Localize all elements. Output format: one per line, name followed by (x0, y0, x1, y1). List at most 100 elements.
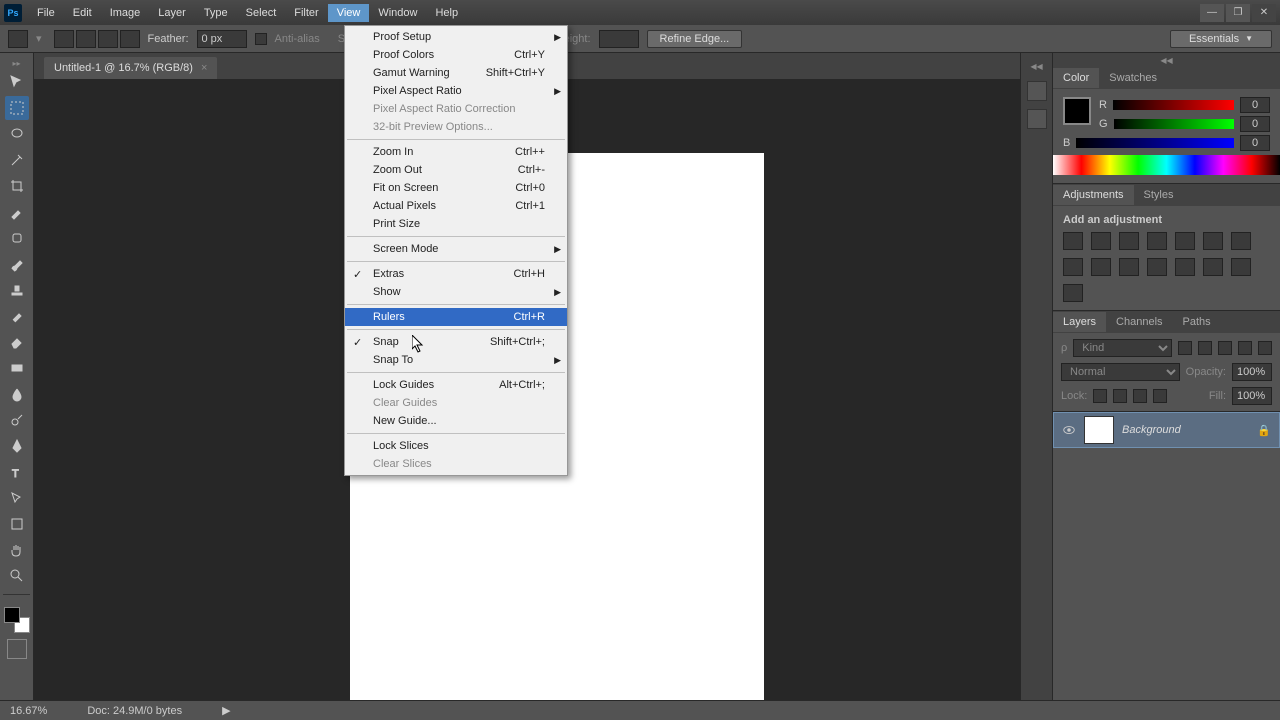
g-slider[interactable] (1114, 119, 1234, 129)
menu-item-gamut-warning[interactable]: Gamut WarningShift+Ctrl+Y (345, 64, 567, 82)
zoom-tool[interactable] (5, 564, 29, 588)
history-brush-tool[interactable] (5, 304, 29, 328)
status-arrow-icon[interactable]: ▶ (222, 704, 230, 717)
tool-preset-icon[interactable] (8, 30, 28, 48)
menu-item-show[interactable]: Show▶ (345, 283, 567, 301)
lock-pixel-icon[interactable] (1113, 389, 1127, 403)
minimize-button[interactable]: — (1200, 4, 1224, 22)
layer-row[interactable]: Background 🔒 (1053, 412, 1280, 448)
filter-type-icon[interactable] (1218, 341, 1232, 355)
menu-item-screen-mode[interactable]: Screen Mode▶ (345, 240, 567, 258)
menu-item-snap-to[interactable]: Snap To▶ (345, 351, 567, 369)
tab-swatches[interactable]: Swatches (1099, 68, 1167, 88)
menu-filter[interactable]: Filter (285, 4, 327, 22)
tab-paths[interactable]: Paths (1173, 312, 1221, 332)
spectrum-bar[interactable] (1053, 155, 1280, 175)
shape-tool[interactable] (5, 512, 29, 536)
menu-view[interactable]: View (328, 4, 370, 22)
menu-item-print-size[interactable]: Print Size (345, 215, 567, 233)
layer-kind-select[interactable]: Kind (1073, 339, 1172, 357)
menu-item-zoom-out[interactable]: Zoom OutCtrl+- (345, 161, 567, 179)
menu-select[interactable]: Select (237, 4, 286, 22)
close-button[interactable]: ✕ (1252, 4, 1276, 22)
menu-type[interactable]: Type (195, 4, 237, 22)
close-tab-icon[interactable]: × (201, 62, 207, 74)
filter-smart-icon[interactable] (1258, 341, 1272, 355)
adj-lut-icon[interactable] (1119, 258, 1139, 276)
filter-adj-icon[interactable] (1198, 341, 1212, 355)
menu-item-rulers[interactable]: RulersCtrl+R (345, 308, 567, 326)
menu-help[interactable]: Help (426, 4, 467, 22)
menu-item-fit-on-screen[interactable]: Fit on ScreenCtrl+0 (345, 179, 567, 197)
quick-mask-icon[interactable] (7, 639, 27, 659)
menu-item-actual-pixels[interactable]: Actual PixelsCtrl+1 (345, 197, 567, 215)
refine-edge-button[interactable]: Refine Edge... (647, 30, 743, 48)
menu-window[interactable]: Window (369, 4, 426, 22)
adj-mixer-icon[interactable] (1091, 258, 1111, 276)
menu-image[interactable]: Image (101, 4, 150, 22)
adj-curves-icon[interactable] (1119, 232, 1139, 250)
eraser-tool[interactable] (5, 330, 29, 354)
history-panel-icon[interactable] (1027, 81, 1047, 101)
adj-levels-icon[interactable] (1091, 232, 1111, 250)
menu-item-lock-guides[interactable]: Lock GuidesAlt+Ctrl+; (345, 376, 567, 394)
adj-poster-icon[interactable] (1175, 258, 1195, 276)
brush-tool[interactable] (5, 252, 29, 276)
wand-tool[interactable] (5, 148, 29, 172)
menu-item-extras[interactable]: ✓ExtrasCtrl+H (345, 265, 567, 283)
heal-tool[interactable] (5, 226, 29, 250)
fg-bg-swatch[interactable] (4, 607, 30, 633)
adj-vibrance-icon[interactable] (1175, 232, 1195, 250)
selection-new-icon[interactable] (54, 30, 74, 48)
tab-color[interactable]: Color (1053, 68, 1099, 88)
tab-styles[interactable]: Styles (1134, 185, 1184, 205)
lock-pos-icon[interactable] (1133, 389, 1147, 403)
eyedropper-tool[interactable] (5, 200, 29, 224)
gradient-tool[interactable] (5, 356, 29, 380)
adj-gradmap-icon[interactable] (1231, 258, 1251, 276)
adj-photo-icon[interactable] (1063, 258, 1083, 276)
antialias-checkbox[interactable] (255, 33, 267, 45)
feather-input[interactable] (197, 30, 247, 48)
b-input[interactable] (1240, 135, 1270, 151)
marquee-tool[interactable] (5, 96, 29, 120)
adj-hue-icon[interactable] (1203, 232, 1223, 250)
zoom-level[interactable]: 16.67% (10, 705, 47, 717)
lock-trans-icon[interactable] (1093, 389, 1107, 403)
workspace-switcher[interactable]: Essentials▼ (1170, 30, 1272, 48)
tab-channels[interactable]: Channels (1106, 312, 1172, 332)
menu-item-lock-slices[interactable]: Lock Slices (345, 437, 567, 455)
menu-item-zoom-in[interactable]: Zoom InCtrl++ (345, 143, 567, 161)
pen-tool[interactable] (5, 434, 29, 458)
tab-layers[interactable]: Layers (1053, 312, 1106, 332)
move-tool[interactable] (5, 70, 29, 94)
r-slider[interactable] (1113, 100, 1234, 110)
b-slider[interactable] (1076, 138, 1234, 148)
crop-tool[interactable] (5, 174, 29, 198)
tab-adjustments[interactable]: Adjustments (1053, 185, 1134, 205)
blend-mode-select[interactable]: Normal (1061, 363, 1180, 381)
menu-item-proof-setup[interactable]: Proof Setup▶ (345, 28, 567, 46)
visibility-icon[interactable] (1062, 423, 1076, 437)
dodge-tool[interactable] (5, 408, 29, 432)
selection-add-icon[interactable] (76, 30, 96, 48)
color-swatch[interactable] (1063, 97, 1091, 125)
maximize-button[interactable]: ❐ (1226, 4, 1250, 22)
type-tool[interactable]: T (5, 460, 29, 484)
filter-shape-icon[interactable] (1238, 341, 1252, 355)
adj-thresh-icon[interactable] (1203, 258, 1223, 276)
r-input[interactable] (1240, 97, 1270, 113)
adj-selcolor-icon[interactable] (1063, 284, 1083, 302)
menu-item-proof-colors[interactable]: Proof ColorsCtrl+Y (345, 46, 567, 64)
opacity-input[interactable] (1232, 363, 1272, 381)
filter-pixel-icon[interactable] (1178, 341, 1192, 355)
fill-input[interactable] (1232, 387, 1272, 405)
adj-brightness-icon[interactable] (1063, 232, 1083, 250)
blur-tool[interactable] (5, 382, 29, 406)
adj-invert-icon[interactable] (1147, 258, 1167, 276)
menu-edit[interactable]: Edit (64, 4, 101, 22)
stamp-tool[interactable] (5, 278, 29, 302)
menu-layer[interactable]: Layer (149, 4, 195, 22)
selection-intersect-icon[interactable] (120, 30, 140, 48)
document-tab[interactable]: Untitled-1 @ 16.7% (RGB/8) × (44, 57, 217, 79)
